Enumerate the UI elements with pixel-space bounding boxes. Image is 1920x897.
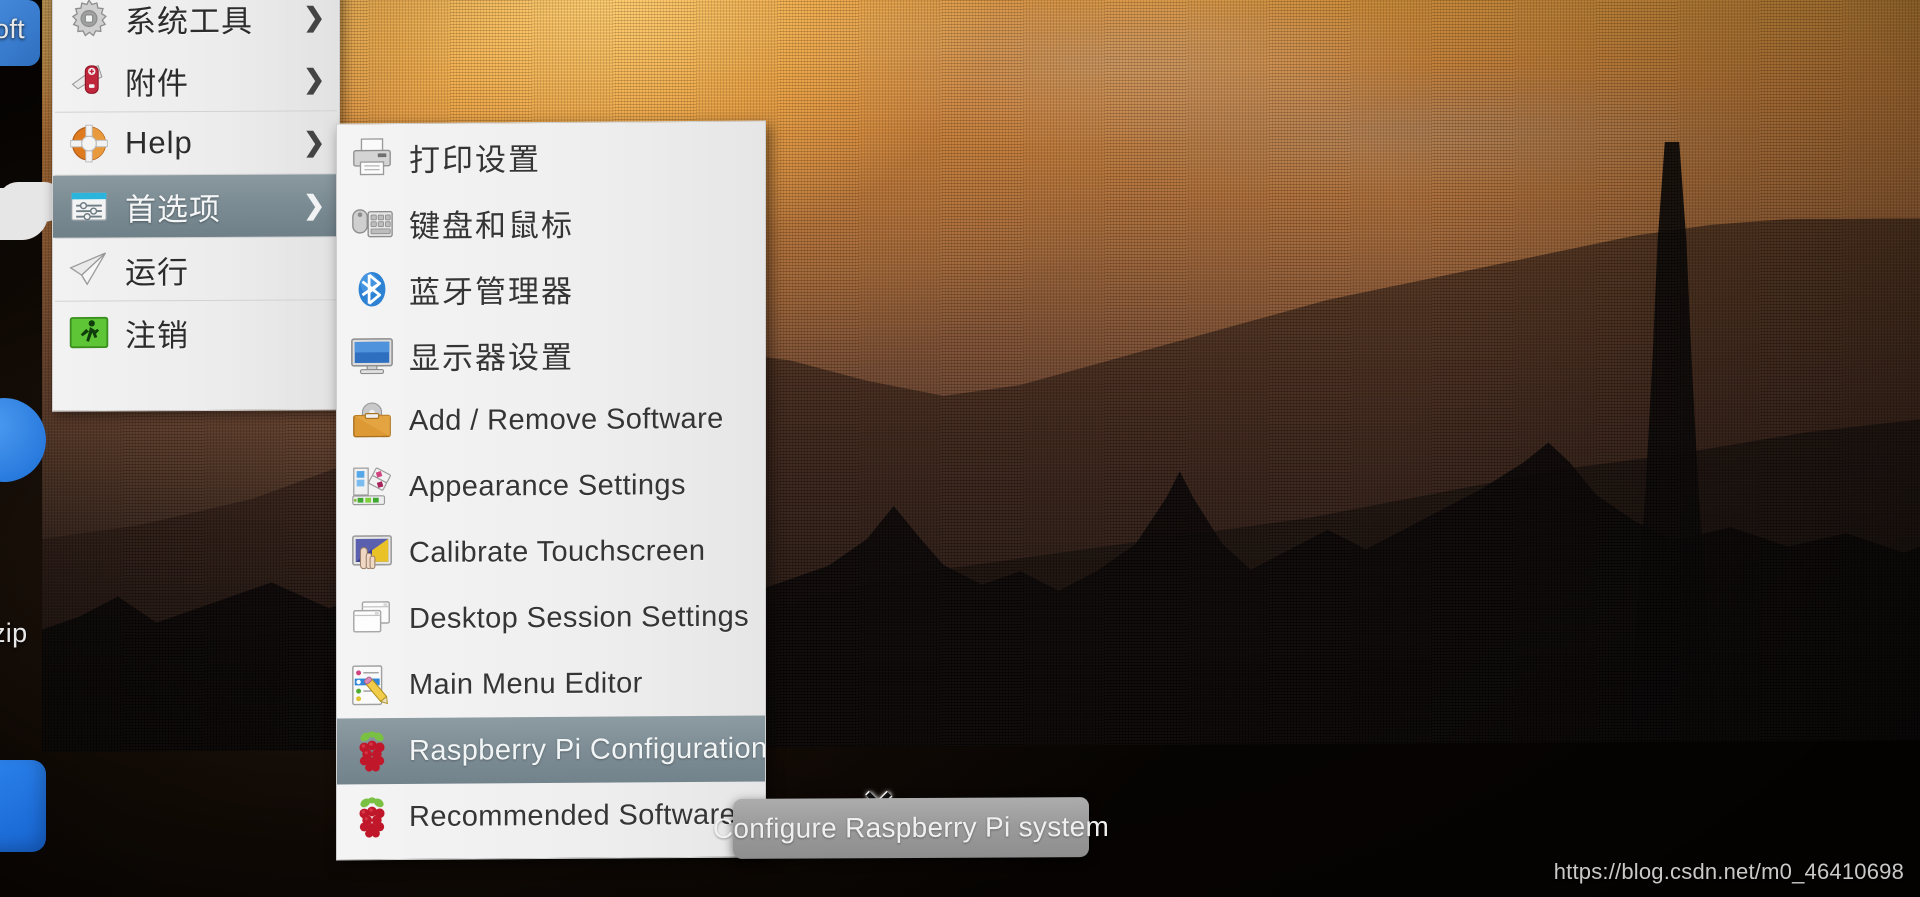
monitor-icon bbox=[349, 332, 395, 378]
submenu-item-keyboard-mouse[interactable]: 键盘和鼠标 bbox=[337, 188, 765, 257]
menu-item-label: 附件 bbox=[125, 65, 189, 101]
paper-plane-icon bbox=[67, 247, 111, 291]
cloud-shape-icon bbox=[0, 188, 48, 240]
submenu-item-main-menu-editor[interactable]: Main Menu Editor bbox=[337, 650, 765, 719]
lifebuoy-icon bbox=[67, 121, 111, 165]
menu-item-label: Help bbox=[125, 125, 193, 161]
submenu-item-label: Appearance Settings bbox=[409, 468, 686, 503]
desktop-icon-blue-app[interactable] bbox=[0, 760, 46, 852]
keyboard-mouse-icon bbox=[349, 200, 395, 246]
exit-runner-icon bbox=[67, 310, 111, 354]
menu-item-accessories[interactable]: 附件 ❯ bbox=[53, 48, 339, 111]
submenu-item-label: 打印设置 bbox=[409, 141, 541, 178]
submenu-item-print-settings[interactable]: 打印设置 bbox=[337, 122, 765, 191]
submenu-item-label: Raspberry Pi Configuration bbox=[409, 731, 766, 767]
gear-icon bbox=[67, 0, 111, 41]
bluetooth-icon bbox=[349, 266, 395, 312]
printer-icon bbox=[349, 134, 395, 180]
menu-item-logout[interactable]: 注销 bbox=[53, 300, 339, 363]
add-remove-software-icon bbox=[349, 398, 395, 444]
watermark: https://blog.csdn.net/m0_46410698 bbox=[1553, 859, 1904, 884]
menu-item-label: 注销 bbox=[125, 317, 189, 353]
menu-item-preferences[interactable]: 首选项 ❯ bbox=[53, 174, 339, 238]
chevron-right-icon: ❯ bbox=[303, 126, 325, 157]
submenu-item-raspberry-pi-configuration[interactable]: Raspberry Pi Configuration bbox=[337, 715, 766, 785]
submenu-item-label: 键盘和鼠标 bbox=[409, 207, 574, 244]
submenu-item-appearance-settings[interactable]: Appearance Settings bbox=[337, 452, 765, 521]
main-menu-editor-icon bbox=[349, 662, 395, 708]
photographed-screen: oft zip 系统工具 ❯ bbox=[0, 0, 1920, 897]
submenu-item-label: 蓝牙管理器 bbox=[409, 273, 574, 310]
preferences-submenu[interactable]: 打印设置 键盘和鼠标 蓝牙管理器 显示器设置 Add / Remove Soft… bbox=[336, 120, 766, 861]
submenu-item-recommended-software[interactable]: Recommended Software bbox=[337, 782, 765, 851]
desktop-icon-zip-label: zip bbox=[0, 618, 28, 648]
raspberry-icon bbox=[349, 728, 395, 774]
calibrate-touchscreen-icon bbox=[349, 530, 395, 576]
menu-item-label: 运行 bbox=[125, 254, 189, 290]
menu-item-system-tools[interactable]: 系统工具 ❯ bbox=[53, 0, 339, 50]
chevron-right-icon: ❯ bbox=[303, 1, 325, 32]
menu-item-label: 首选项 bbox=[125, 191, 221, 227]
raspberry-icon bbox=[349, 794, 395, 840]
appearance-icon bbox=[349, 464, 395, 510]
submenu-item-add-remove-software[interactable]: Add / Remove Software bbox=[337, 386, 765, 455]
submenu-item-label: Recommended Software bbox=[409, 798, 737, 833]
tooltip: Configure Raspberry Pi system bbox=[713, 797, 1109, 859]
submenu-item-label: 显示器设置 bbox=[409, 339, 574, 376]
submenu-item-bluetooth-manager[interactable]: 蓝牙管理器 bbox=[337, 254, 765, 323]
submenu-item-label: Calibrate Touchscreen bbox=[409, 534, 706, 569]
blue-square-icon bbox=[0, 760, 46, 852]
submenu-item-monitor-settings[interactable]: 显示器设置 bbox=[337, 320, 765, 389]
blue-circle-icon bbox=[0, 398, 46, 482]
menu-item-run[interactable]: 运行 bbox=[53, 237, 339, 300]
start-menu-root[interactable]: 系统工具 ❯ 附件 ❯ Help ❯ 首选项 ❯ 运行 注销 bbox=[52, 0, 340, 412]
submenu-item-desktop-session-settings[interactable]: Desktop Session Settings bbox=[337, 584, 765, 653]
desktop-icon-blue-round[interactable] bbox=[0, 398, 46, 482]
tooltip-text: Configure Raspberry Pi system bbox=[712, 810, 1110, 845]
menu-item-help[interactable]: Help ❯ bbox=[53, 111, 339, 174]
desktop-icon-soft-label: oft bbox=[0, 14, 25, 44]
swiss-knife-icon bbox=[67, 58, 111, 102]
submenu-item-calibrate-touchscreen[interactable]: Calibrate Touchscreen bbox=[337, 518, 765, 587]
submenu-item-label: Add / Remove Software bbox=[409, 402, 724, 437]
chevron-right-icon: ❯ bbox=[303, 63, 325, 94]
preferences-icon bbox=[67, 184, 111, 228]
submenu-item-label: Main Menu Editor bbox=[409, 666, 643, 701]
submenu-item-label: Desktop Session Settings bbox=[409, 600, 750, 635]
chevron-right-icon: ❯ bbox=[303, 189, 325, 220]
menu-item-label: 系统工具 bbox=[125, 3, 253, 39]
desktop-session-icon bbox=[349, 596, 395, 642]
desktop-icon-cloud[interactable] bbox=[0, 188, 48, 240]
